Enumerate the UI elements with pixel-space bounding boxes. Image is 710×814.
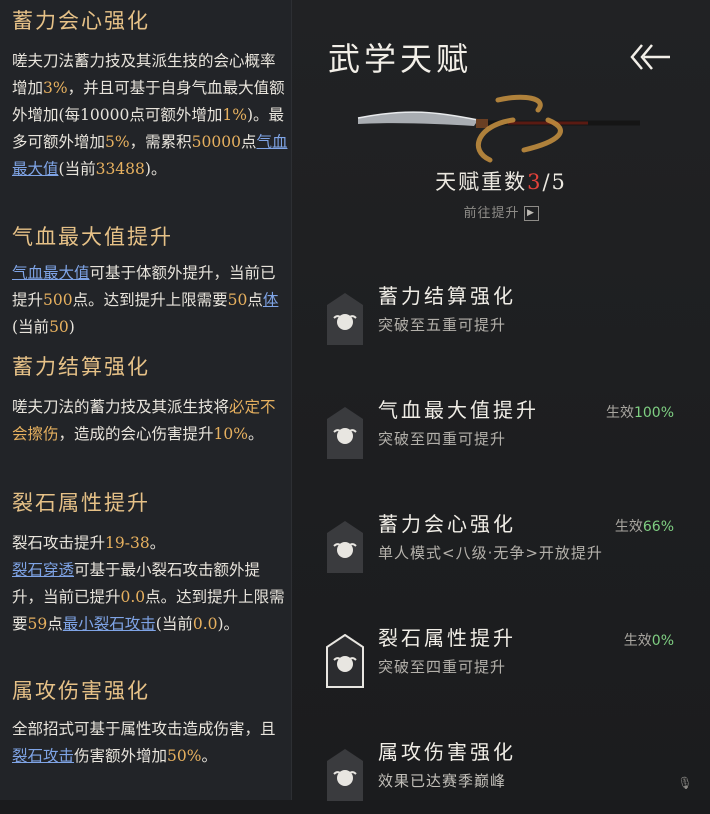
talent-requirement: 效果已达赛季巅峰 <box>378 772 507 790</box>
talent-requirement: 突破至四重可提升 <box>378 658 507 676</box>
text: 嗟夫刀法的蓄力技及其派生技将 <box>12 398 230 416</box>
section-title: 气血最大值提升 <box>12 225 173 249</box>
goto-label: 前往提升 <box>463 206 520 221</box>
talent-requirement: 突破至四重可提升 <box>378 430 507 448</box>
effect-value: 0% <box>651 633 674 649</box>
martial-talent-panel: 武学天赋 天赋重数3/5 前往提升 ▶ 蓄力结算强化 突破至五重可提升 气血最大… <box>292 0 710 801</box>
talent-requirement: 突破至五重可提升 <box>378 316 507 334</box>
text: )。 <box>217 615 240 633</box>
section-title: 蓄力结算强化 <box>12 355 150 379</box>
value: 1% <box>222 106 247 124</box>
constitution-link[interactable]: 体 <box>263 291 279 309</box>
count-current: 3 <box>527 170 543 194</box>
value: 0.0 <box>192 615 218 633</box>
count-total: /5 <box>542 170 567 194</box>
value: 50 <box>49 318 69 336</box>
talent-emblem-icon <box>327 407 363 459</box>
talent-count: 天赋重数3/5 <box>292 166 710 196</box>
rock-pierce-link[interactable]: 裂石穿透 <box>12 561 74 579</box>
talent-requirement: 单人模式<八级·无争>开放提升 <box>378 544 603 562</box>
talent-name: 裂石属性提升 <box>378 626 516 650</box>
effect-stat: 生效66% <box>615 516 674 536</box>
talent-name: 属攻伤害强化 <box>378 740 516 764</box>
text: 。 <box>149 534 166 552</box>
text: 点。达到提升上限需要 <box>72 291 228 309</box>
effect-value: 66% <box>642 519 674 535</box>
text: 裂石攻击提升 <box>12 534 106 552</box>
talent-item[interactable]: 蓄力会心强化 生效66% 单人模式<八级·无争>开放提升 <box>292 506 710 586</box>
back-button[interactable] <box>628 40 672 74</box>
section-title: 属攻伤害强化 <box>12 679 150 703</box>
text: 点 <box>247 291 263 309</box>
section-body: 嗟夫刀法蓄力技及其派生技的会心概率增加3%，并且可基于自身气血最大值额外增加(每… <box>12 48 288 183</box>
goto-upgrade-link[interactable]: 前往提升 ▶ <box>292 202 710 221</box>
double-chevron-left-icon <box>630 44 670 70</box>
microphone-icon[interactable]: 🎙 <box>674 776 696 794</box>
text: 。 <box>247 425 264 443</box>
section-title: 蓄力会心强化 <box>12 9 150 33</box>
effect-value: 100% <box>633 405 674 421</box>
text: ，需累积 <box>129 133 192 151</box>
talent-name: 蓄力会心强化 <box>378 512 516 536</box>
section-body: 全部招式可基于属性攻击造成伤害，且裂石攻击伤害额外增加50%。 <box>12 716 288 770</box>
value: 5% <box>105 133 130 151</box>
talent-emblem-icon <box>327 521 363 573</box>
text: 。 <box>201 747 217 765</box>
text: 伤害额外增加 <box>74 747 168 765</box>
section-charge-settle: 蓄力结算强化 嗟夫刀法的蓄力技及其派生技将必定不会擦伤，造成的会心伤害提升10%… <box>12 352 288 448</box>
talent-item[interactable]: 气血最大值提升 生效100% 突破至四重可提升 <box>292 392 710 472</box>
effect-stat: 生效0% <box>624 630 674 650</box>
text: (当前 <box>12 318 50 336</box>
effect-label: 生效 <box>623 633 652 649</box>
text: 全部招式可基于属性攻击造成伤害，且 <box>12 720 276 738</box>
value: 3% <box>43 79 68 97</box>
effect-stat: 生效100% <box>606 402 674 422</box>
hp-max-link[interactable]: 气血最大值 <box>12 264 90 282</box>
section-body: 嗟夫刀法的蓄力技及其派生技将必定不会擦伤，造成的会心伤害提升10%。 <box>12 394 288 448</box>
talent-name: 蓄力结算强化 <box>378 284 516 308</box>
effect-label: 生效 <box>614 519 643 535</box>
value: 50 <box>227 291 248 309</box>
section-body: 裂石攻击提升19-38。 裂石穿透可基于最小裂石攻击额外提升，当前已提升0.0点… <box>12 530 288 638</box>
text: 点 <box>240 133 257 151</box>
min-rock-attack-link[interactable]: 最小裂石攻击 <box>63 615 156 633</box>
talent-emblem-icon <box>327 293 363 345</box>
section-title: 裂石属性提升 <box>12 491 150 515</box>
section-charge-crit: 蓄力会心强化 嗟夫刀法蓄力技及其派生技的会心概率增加3%，并且可基于自身气血最大… <box>12 6 291 183</box>
talent-detail-panel: 蓄力会心强化 嗟夫刀法蓄力技及其派生技的会心概率增加3%，并且可基于自身气血最大… <box>0 0 292 800</box>
text: )。 <box>144 160 167 178</box>
text: 点 <box>47 615 63 633</box>
section-elemental-dmg: 属攻伤害强化 全部招式可基于属性攻击造成伤害，且裂石攻击伤害额外增加50%。 <box>12 676 288 770</box>
section-body: 气血最大值可基于体额外提升，当前已提升500点。达到提升上限需要50点体(当前5… <box>12 260 288 341</box>
talent-name: 气血最大值提升 <box>378 398 539 422</box>
text: (当前 <box>155 615 193 633</box>
value: 0.0 <box>120 588 146 606</box>
talent-emblem-icon <box>327 749 363 801</box>
value: 33488 <box>95 160 145 178</box>
talent-item[interactable]: 属攻伤害强化 效果已达赛季巅峰 <box>292 734 710 814</box>
effect-label: 生效 <box>605 405 634 421</box>
text: ，造成的会心伤害提升 <box>58 425 214 443</box>
value: 19-38 <box>105 534 150 552</box>
value: 59 <box>27 615 48 633</box>
text: ) <box>68 318 75 336</box>
value: 50000 <box>191 133 241 151</box>
value: 500 <box>43 291 73 309</box>
panel-title: 武学天赋 <box>328 40 473 78</box>
count-label: 天赋重数 <box>435 170 528 194</box>
value: 10% <box>213 425 248 443</box>
talent-item-selected[interactable]: 裂石属性提升 生效0% 突破至四重可提升 <box>292 620 710 700</box>
arrow-right-icon: ▶ <box>523 206 539 221</box>
section-rock-attr: 裂石属性提升 裂石攻击提升19-38。 裂石穿透可基于最小裂石攻击额外提升，当前… <box>12 488 288 638</box>
text: (当前 <box>58 160 96 178</box>
section-hp-max: 气血最大值提升 气血最大值可基于体额外提升，当前已提升500点。达到提升上限需要… <box>12 222 288 341</box>
talent-item[interactable]: 蓄力结算强化 突破至五重可提升 <box>292 278 710 358</box>
talent-emblem-icon <box>326 634 364 688</box>
rock-attack-link[interactable]: 裂石攻击 <box>12 747 74 765</box>
value: 50% <box>167 747 202 765</box>
